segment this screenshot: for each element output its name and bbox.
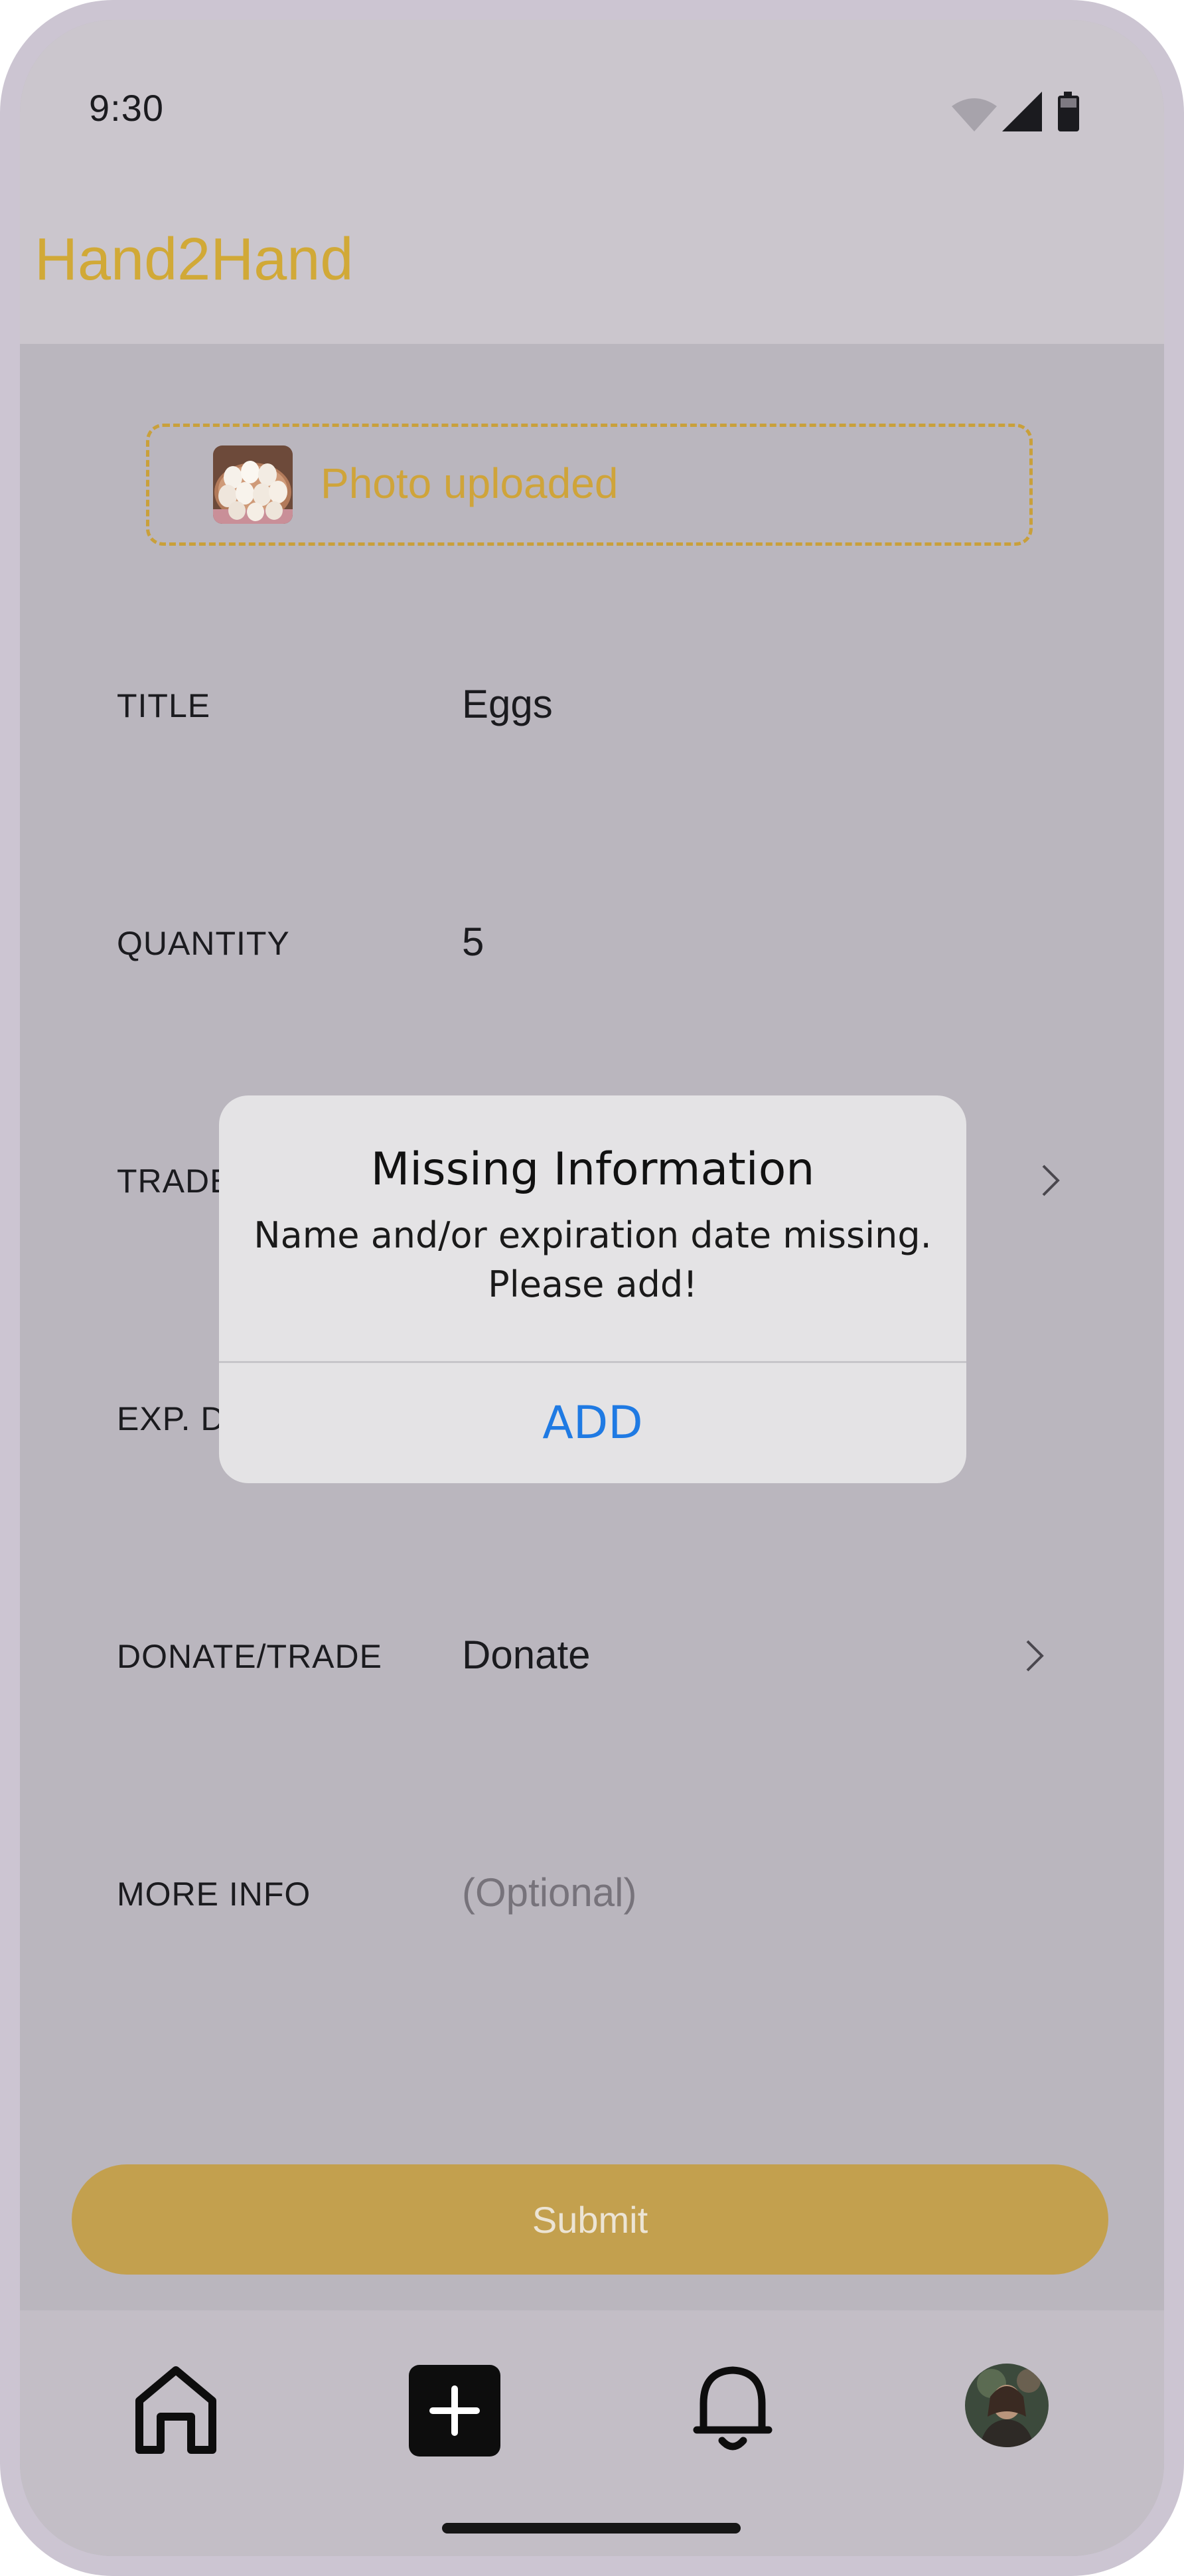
status-time: 9:30 xyxy=(89,87,164,129)
status-icons xyxy=(952,92,1079,131)
eggs-photo-thumbnail xyxy=(213,445,293,524)
dialog-title: Missing Information xyxy=(370,1143,815,1196)
battery-icon xyxy=(1058,92,1079,131)
home-icon[interactable] xyxy=(130,2364,222,2455)
dialog-message: Name and/or expiration date missing. Ple… xyxy=(254,1214,932,1305)
donate-trade-select[interactable]: Donate xyxy=(462,1632,590,1678)
more-info-field[interactable]: (Optional) xyxy=(462,1870,636,1915)
device-frame: 9:30 Hand2Hand Photo uploaded TITLE Eggs… xyxy=(0,0,1184,2576)
form-row-more-info[interactable]: MORE INFO (Optional) xyxy=(20,1859,1164,1925)
bottom-nav xyxy=(20,2310,1164,2556)
profile-avatar[interactable] xyxy=(965,2364,1049,2447)
signal-icon xyxy=(1002,92,1042,131)
add-button[interactable] xyxy=(409,2365,500,2456)
bell-icon[interactable] xyxy=(693,2362,773,2455)
missing-info-dialog: Missing Information Name and/or expirati… xyxy=(219,1095,966,1483)
app-title: Hand2Hand xyxy=(35,226,354,293)
quantity-field[interactable]: 5 xyxy=(462,919,484,965)
title-field[interactable]: Eggs xyxy=(462,681,553,727)
chevron-right-icon[interactable] xyxy=(1018,1636,1051,1676)
title-label: TITLE xyxy=(117,687,211,724)
plus-icon xyxy=(429,2385,480,2436)
home-indicator[interactable] xyxy=(442,2523,741,2534)
submit-button[interactable]: Submit xyxy=(72,2164,1108,2275)
eggs-photo-icon xyxy=(213,445,293,524)
photo-upload-box[interactable]: Photo uploaded xyxy=(146,424,1033,546)
more-info-label: MORE INFO xyxy=(117,1876,311,1913)
status-bar: 9:30 xyxy=(20,20,1164,179)
app-bar: Hand2Hand xyxy=(20,179,1164,344)
form-row-title[interactable]: TITLE Eggs xyxy=(20,671,1164,737)
avatar-image xyxy=(965,2364,1049,2447)
photo-uploaded-label: Photo uploaded xyxy=(321,459,619,507)
exp-date-label: EXP. D xyxy=(117,1400,226,1437)
screen: 9:30 Hand2Hand Photo uploaded TITLE Eggs… xyxy=(20,20,1164,2556)
chevron-right-icon[interactable] xyxy=(1034,1161,1067,1200)
wifi-icon xyxy=(952,98,997,131)
donate-trade-label: DONATE/TRADE xyxy=(117,1638,382,1675)
add-button[interactable]: ADD xyxy=(219,1363,966,1483)
trade-label: TRADE xyxy=(117,1163,233,1200)
form-row-quantity[interactable]: QUANTITY 5 xyxy=(20,908,1164,975)
quantity-label: QUANTITY xyxy=(117,925,290,962)
form-row-donate-trade[interactable]: DONATE/TRADE Donate xyxy=(20,1621,1164,1688)
